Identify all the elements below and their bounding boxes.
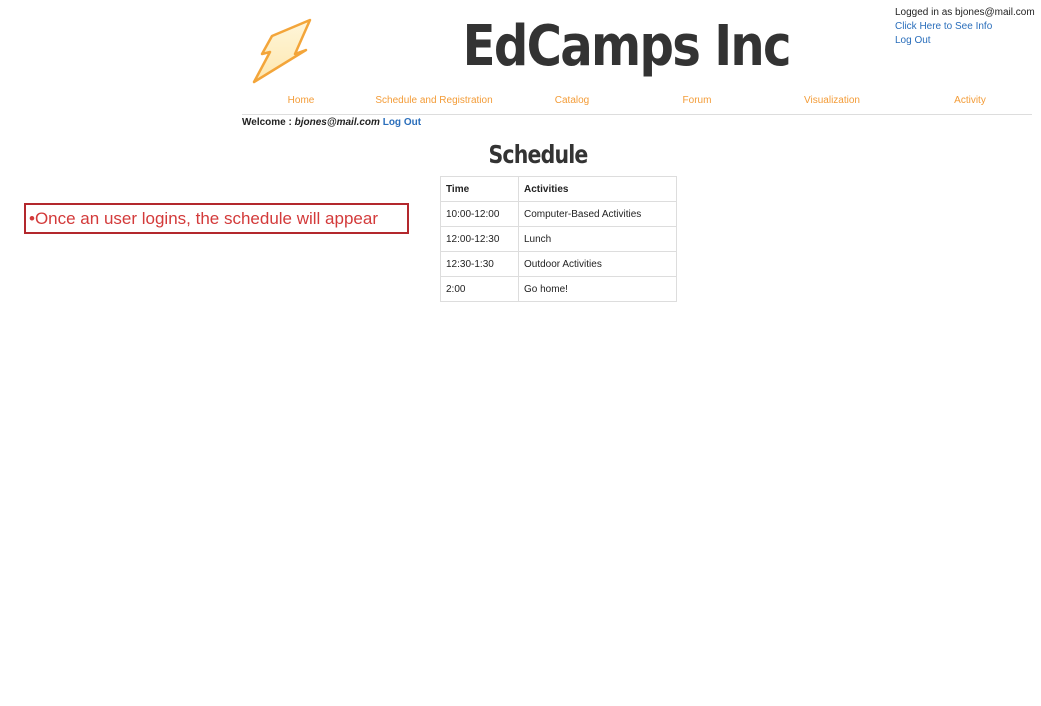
activity-cell: Lunch xyxy=(518,226,677,252)
nav-item-catalog[interactable]: Catalog xyxy=(555,95,589,106)
column-header-time: Time xyxy=(440,176,519,202)
schedule-table: Time Activities 10:00-12:00 Computer-Bas… xyxy=(440,176,677,302)
welcome-prefix: Welcome : xyxy=(242,117,295,128)
time-cell: 12:00-12:30 xyxy=(440,226,519,252)
nav-item-schedule-registration[interactable]: Schedule and Registration xyxy=(375,95,492,106)
table-header-row: Time Activities xyxy=(440,176,677,202)
nav-item-activity[interactable]: Activity xyxy=(954,95,986,106)
main-nav: Home Schedule and Registration Catalog F… xyxy=(242,92,1032,115)
nav-item-forum[interactable]: Forum xyxy=(683,95,712,106)
nav-item-home[interactable]: Home xyxy=(288,95,315,106)
header-logout-link[interactable]: Log Out xyxy=(895,34,1035,48)
table-row: 12:00-12:30 Lunch xyxy=(440,226,677,252)
see-info-link[interactable]: Click Here to See Info xyxy=(895,20,1035,34)
time-cell: 10:00-12:00 xyxy=(440,201,519,227)
activity-cell: Go home! xyxy=(518,276,677,302)
logged-in-text: Logged in as bjones@mail.com xyxy=(895,7,1035,18)
table-row: 12:30-1:30 Outdoor Activities xyxy=(440,251,677,277)
site-title: EdCamps Inc xyxy=(462,14,792,79)
activity-cell: Outdoor Activities xyxy=(518,251,677,277)
time-cell: 12:30-1:30 xyxy=(440,251,519,277)
welcome-logout-link[interactable]: Log Out xyxy=(383,117,421,128)
table-row: 2:00 Go home! xyxy=(440,276,677,302)
activity-cell: Computer-Based Activities xyxy=(518,201,677,227)
annotation-callout: •Once an user logins, the schedule will … xyxy=(24,203,409,234)
page: EdCamps Inc Logged in as bjones@mail.com… xyxy=(0,0,1041,706)
table-row: 10:00-12:00 Computer-Based Activities xyxy=(440,201,677,227)
welcome-line: Welcome : bjones@mail.com Log Out xyxy=(242,117,421,128)
user-info-box: Logged in as bjones@mail.com Click Here … xyxy=(895,6,1035,48)
time-cell: 2:00 xyxy=(440,276,519,302)
nav-item-visualization[interactable]: Visualization xyxy=(804,95,860,106)
column-header-activities: Activities xyxy=(518,176,677,202)
page-title: Schedule xyxy=(488,140,588,169)
welcome-email: bjones@mail.com xyxy=(294,117,380,128)
lightning-bolt-icon[interactable] xyxy=(250,16,316,86)
